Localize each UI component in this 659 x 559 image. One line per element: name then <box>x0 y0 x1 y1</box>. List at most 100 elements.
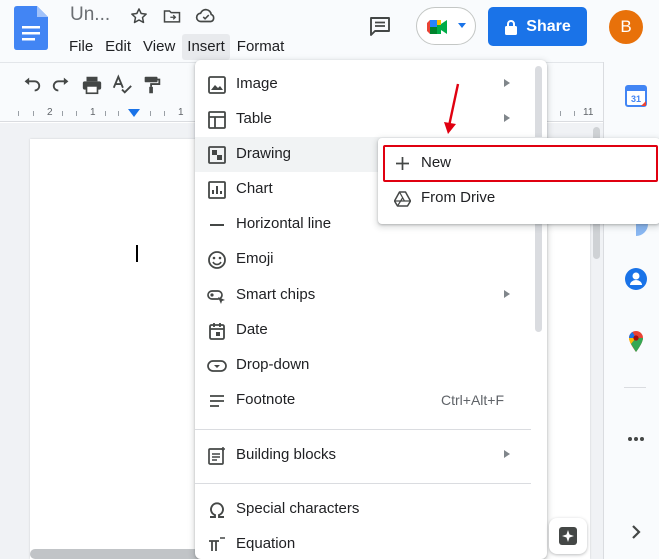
maps-icon[interactable] <box>624 330 648 354</box>
emoji-icon <box>208 251 226 269</box>
submenu-arrow-icon <box>504 114 510 122</box>
menu-item-label: Drop-down <box>236 356 310 373</box>
footnote-icon <box>210 395 224 407</box>
date-icon <box>209 323 225 340</box>
ruler-tick <box>560 111 561 116</box>
dropdown-icon <box>207 360 227 372</box>
submenu-arrow-icon <box>504 290 510 298</box>
menu-format[interactable]: Format <box>232 34 290 60</box>
redo-icon[interactable] <box>51 74 73 96</box>
share-label: Share <box>526 17 571 35</box>
menu-item-label: Date <box>236 321 268 338</box>
drive-icon <box>394 191 411 207</box>
menu-item-label: Equation <box>236 535 296 552</box>
menu-separator <box>195 429 531 430</box>
shortcut-label: Ctrl+Alt+F <box>441 392 505 408</box>
menu-item-label: Special characters <box>236 500 360 517</box>
ruler-tick <box>76 111 77 116</box>
ruler-number: 1 <box>178 107 184 118</box>
menu-view[interactable]: View <box>138 34 180 60</box>
ruler-number: 1 <box>90 107 96 118</box>
comment-icon[interactable] <box>368 14 392 38</box>
docs-logo-icon[interactable] <box>14 6 48 50</box>
submenu-item-from-drive[interactable]: From Drive <box>378 181 659 215</box>
menu-item-date[interactable]: Date <box>195 313 547 348</box>
share-button[interactable]: Share <box>488 7 587 46</box>
app-header: Un... File Edit View Insert Format Share… <box>0 0 659 62</box>
menu-item-footnote[interactable]: Footnote Ctrl+Alt+F <box>195 383 547 418</box>
submenu-arrow-icon <box>504 450 510 458</box>
cloud-saved-icon[interactable] <box>195 5 217 27</box>
table-icon <box>208 111 226 129</box>
submenu-item-label: From Drive <box>421 189 496 206</box>
sparkle-icon <box>559 527 577 545</box>
text-cursor <box>136 245 138 262</box>
menu-item-label: Table <box>236 110 272 127</box>
side-panel-divider <box>624 387 646 388</box>
menu-bar: File Edit View Insert Format <box>64 34 291 60</box>
meet-button[interactable] <box>416 7 476 45</box>
ruler-number: 2 <box>47 107 53 118</box>
menu-separator <box>195 483 531 484</box>
more-icon[interactable] <box>624 427 648 451</box>
red-arrow-annotation <box>444 83 460 134</box>
menu-edit[interactable]: Edit <box>100 34 136 60</box>
chart-icon <box>208 181 226 199</box>
insert-menu: Image Table Drawing Chart Horizontal lin… <box>195 60 547 559</box>
menu-item-label: Drawing <box>236 145 292 162</box>
avatar[interactable]: B <box>609 10 643 44</box>
menu-item-label: Image <box>236 75 278 92</box>
submenu-arrow-icon <box>504 79 510 87</box>
equation-icon <box>209 537 225 551</box>
menu-item-label: Footnote <box>236 391 296 408</box>
menu-item-building-blocks[interactable]: Building blocks <box>195 438 547 473</box>
star-icon[interactable] <box>128 5 150 27</box>
menu-insert[interactable]: Insert <box>182 34 230 60</box>
menu-item-label: Chart <box>236 180 273 197</box>
side-panel: 31 <box>603 62 659 559</box>
ruler-tick <box>33 111 34 116</box>
menu-file[interactable]: File <box>64 34 98 60</box>
undo-icon[interactable] <box>20 74 42 96</box>
ruler-tick <box>18 111 19 116</box>
ruler-number: 11 <box>583 107 594 118</box>
menu-item-special-characters[interactable]: Special characters <box>195 492 547 527</box>
ruler-tick <box>105 111 106 116</box>
smart-chips-icon <box>207 290 225 304</box>
menu-item-equation[interactable]: Equation <box>195 527 547 559</box>
document-title[interactable]: Un... <box>70 4 110 26</box>
ruler-tick <box>164 111 165 116</box>
ruler-tick <box>62 111 63 116</box>
meet-icon <box>427 20 447 34</box>
ruler-tick <box>150 111 151 116</box>
chevron-right-icon[interactable] <box>624 520 648 544</box>
drawing-icon <box>208 146 226 164</box>
spellcheck-icon[interactable] <box>111 74 133 96</box>
image-icon <box>208 76 226 94</box>
menu-item-emoji[interactable]: Emoji <box>195 242 547 277</box>
menu-item-label: Building blocks <box>236 446 337 463</box>
ruler-tick <box>118 111 119 116</box>
menu-item-table[interactable]: Table <box>195 102 547 137</box>
omega-icon <box>210 502 224 518</box>
menu-item-dropdown[interactable]: Drop-down <box>195 348 547 383</box>
highlight-annotation <box>383 145 658 182</box>
lock-icon <box>505 19 518 35</box>
ruler-tick <box>574 111 575 116</box>
indent-marker[interactable] <box>128 109 140 117</box>
menu-item-image[interactable]: Image <box>195 67 547 102</box>
move-folder-icon[interactable] <box>161 5 183 27</box>
horizontal-line-icon <box>210 224 224 226</box>
svg-text:31: 31 <box>631 94 641 104</box>
paint-format-icon[interactable] <box>141 74 163 96</box>
chevron-down-icon <box>458 23 466 28</box>
menu-item-label: Emoji <box>236 250 274 267</box>
menu-item-label: Smart chips <box>236 286 316 303</box>
building-blocks-icon <box>208 447 225 465</box>
calendar-icon[interactable]: 31 <box>624 84 648 108</box>
assist-button[interactable] <box>549 518 587 554</box>
menu-item-label: Horizontal line <box>236 215 332 232</box>
menu-item-smart-chips[interactable]: Smart chips <box>195 278 547 313</box>
print-icon[interactable] <box>81 74 103 96</box>
contacts-icon[interactable] <box>624 267 648 291</box>
